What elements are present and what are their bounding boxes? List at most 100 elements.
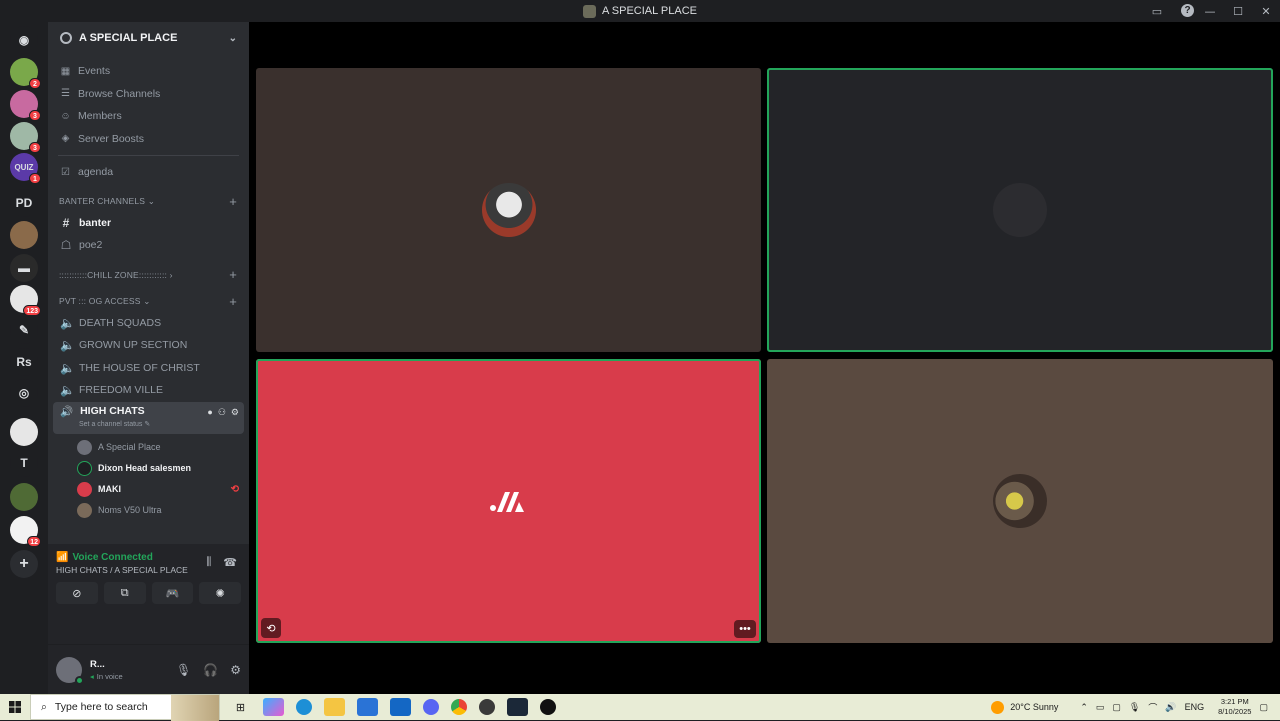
voice-member[interactable]: MAKI ⟲ <box>48 479 249 500</box>
voice-channel-house-of-christ[interactable]: 🔈 THE HOUSE OF CHRIST <box>48 357 249 380</box>
add-channel-icon[interactable]: + <box>229 294 237 309</box>
disconnect-icon[interactable]: ☎ <box>223 556 237 569</box>
headphones-icon[interactable]: 🎧 <box>203 663 218 677</box>
drive-icon[interactable]: ▢ <box>1112 702 1121 713</box>
nav-events[interactable]: ▦ Events <box>48 60 249 83</box>
notification-badge: 2 <box>29 78 41 89</box>
voice-member-name: A Special Place <box>98 442 161 452</box>
notifications-icon[interactable]: ▢ <box>1259 702 1268 713</box>
boost-gem-icon: ◈ <box>61 133 70 145</box>
noise-suppression-icon[interactable]: ⫼ <box>206 556 211 569</box>
add-server-icon[interactable]: + <box>10 550 38 578</box>
gear-icon[interactable]: ⚙ <box>231 407 239 418</box>
game-app-icon[interactable] <box>479 699 495 715</box>
channel-agenda[interactable]: ☑ agenda <box>48 161 249 184</box>
discord-taskbar-icon[interactable] <box>423 699 439 715</box>
steam-icon[interactable] <box>507 698 528 716</box>
notification-badge: 3 <box>29 110 41 121</box>
streaming-badge[interactable]: ⟲ <box>261 618 281 638</box>
server-header[interactable]: A SPECIAL PLACE ⌄ <box>48 22 249 54</box>
weather-widget[interactable]: 20°C Sunny <box>991 700 1059 714</box>
edge-icon[interactable] <box>296 699 312 715</box>
volume-icon[interactable]: 🔊 <box>1165 702 1176 713</box>
chevron-down-icon: ⌄ <box>143 296 151 306</box>
chevron-up-icon[interactable]: ⌃ <box>1080 702 1088 713</box>
category-pvt[interactable]: PVT ::: OG ACCESS ⌄ + <box>48 292 249 312</box>
add-channel-icon[interactable]: + <box>229 267 237 282</box>
server-rs[interactable]: Rs <box>10 348 38 376</box>
chrome-icon[interactable] <box>451 699 467 715</box>
voice-channel-high-chats[interactable]: 🔊 HIGH CHATS Set a channel status ✎ ● ⚇ … <box>53 401 244 434</box>
channel-status-hint[interactable]: Set a channel status <box>79 421 142 428</box>
nav-server-boosts[interactable]: ◈ Server Boosts <box>48 128 249 151</box>
server-3[interactable]: 3 <box>10 122 41 153</box>
app-icon[interactable] <box>540 699 556 715</box>
weather-text: 20°C Sunny <box>1010 702 1059 712</box>
network-icon[interactable]: ▭ <box>1096 702 1105 713</box>
voice-member[interactable]: A Special Place <box>48 437 249 458</box>
language-indicator[interactable]: ENG <box>1185 702 1205 712</box>
server-pd[interactable]: PD <box>10 189 38 217</box>
tile-dixon-head[interactable] <box>767 68 1273 352</box>
server-mini-icon <box>583 4 596 18</box>
pencil-icon[interactable]: ✎ <box>144 421 150 428</box>
chevron-down-icon[interactable]: ⌄ <box>229 33 237 44</box>
category-chill-zone[interactable]: :::::::::::CHILL ZONE::::::::::: › + <box>48 265 249 285</box>
voice-member[interactable]: Noms V50 Ultra <box>48 500 249 521</box>
server-14[interactable] <box>10 483 38 511</box>
server-2[interactable]: 3 <box>10 90 41 121</box>
nav-members[interactable]: ☺ Members <box>48 105 249 128</box>
file-explorer-icon[interactable] <box>324 698 345 716</box>
screen-share-button[interactable]: ⧉ <box>103 582 146 604</box>
nav-browse-channels[interactable]: ☰ Browse Channels <box>48 83 249 106</box>
clock[interactable]: 3:21 PM 8/10/2025 <box>1218 697 1251 717</box>
voice-member[interactable]: Dixon Head salesmen <box>48 458 249 479</box>
voice-channel-grown-up[interactable]: 🔈 GROWN UP SECTION <box>48 334 249 357</box>
wifi-icon[interactable]: ⌒ <box>1148 701 1157 714</box>
task-view-icon[interactable]: ⊞ <box>230 698 251 716</box>
server-8[interactable]: 123 <box>10 285 41 316</box>
copilot-icon[interactable] <box>263 698 284 716</box>
channel-banter[interactable]: # banter <box>48 212 249 235</box>
channel-poe2[interactable]: ☖ poe2 <box>48 234 249 257</box>
server-9-glyph: ✎ <box>18 323 30 337</box>
windows-start-button[interactable] <box>0 694 30 720</box>
server-7[interactable]: ▬ <box>10 254 38 282</box>
server-quiz[interactable]: QUIZ 1 <box>10 153 41 184</box>
activity-button[interactable]: 🎮 <box>151 582 194 604</box>
microphone-icon[interactable]: 🎙 <box>176 663 191 677</box>
server-6[interactable] <box>10 221 38 249</box>
soundboard-button[interactable]: ✺ <box>199 582 241 604</box>
inbox-icon[interactable]: ▭ <box>1149 3 1165 19</box>
minimize-button[interactable]: — <box>1196 5 1224 18</box>
soundboard-icon: ✺ <box>215 587 225 600</box>
server-12[interactable] <box>10 418 38 446</box>
server-t[interactable]: T <box>10 449 38 477</box>
outlook-icon[interactable] <box>390 698 411 716</box>
more-options-button[interactable]: ••• <box>734 620 756 638</box>
tile-a-special-place[interactable] <box>256 68 761 352</box>
category-banter[interactable]: BANTER CHANNELS ⌄ + <box>48 192 249 212</box>
store-icon[interactable] <box>357 698 378 716</box>
server-1[interactable]: 2 <box>10 58 41 89</box>
avatar[interactable] <box>56 656 84 685</box>
invite-icon[interactable]: ⚇ <box>218 407 226 418</box>
server-9[interactable]: ✎ <box>10 316 38 344</box>
mic-tray-icon[interactable]: 🎙 <box>1129 702 1140 713</box>
add-channel-icon[interactable]: + <box>229 194 237 209</box>
camera-off-button[interactable]: ⊘ <box>56 582 98 604</box>
windows-logo-icon <box>9 701 21 713</box>
tile-maki[interactable]: ⟲ ••• <box>256 359 761 643</box>
maximize-button[interactable]: ☐ <box>1224 5 1252 18</box>
gear-icon[interactable]: ⚙ <box>230 663 241 677</box>
server-15[interactable]: 12 <box>10 516 41 547</box>
taskbar-search[interactable]: ⌕ Type here to search <box>30 694 220 721</box>
chat-bubble-icon[interactable]: ● <box>207 407 212 418</box>
voice-channel-freedom-ville[interactable]: 🔈 FREEDOM VILLE <box>48 379 249 402</box>
voice-channel-death-squads[interactable]: 🔈 DEATH SQUADS <box>48 312 249 335</box>
help-icon[interactable]: ? <box>1181 4 1194 17</box>
close-button[interactable]: ✕ <box>1252 5 1280 18</box>
server-11[interactable]: ◎ <box>10 379 38 407</box>
tile-noms[interactable] <box>767 359 1273 643</box>
discord-home-icon[interactable]: ◉ <box>10 26 38 54</box>
